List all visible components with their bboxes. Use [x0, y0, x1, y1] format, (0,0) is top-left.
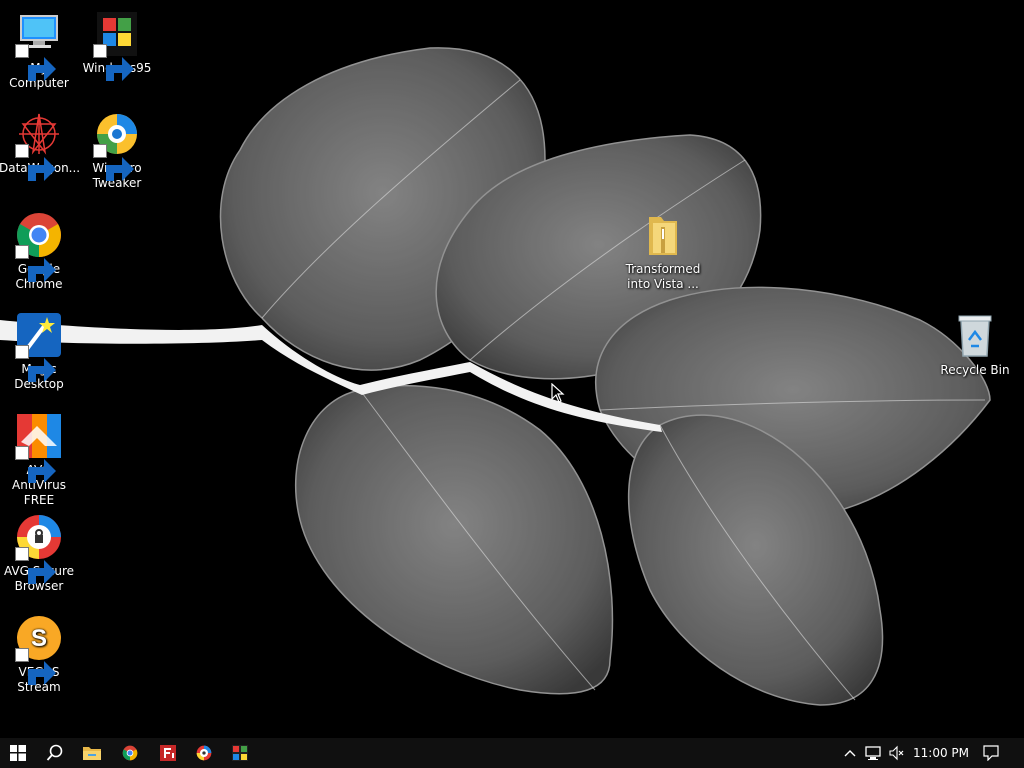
volume-button[interactable] [886, 738, 908, 768]
shortcut-arrow-icon [15, 44, 56, 81]
chevron-up-icon [844, 750, 856, 757]
show-hidden-icons-button[interactable] [840, 738, 860, 768]
clock[interactable]: 11:00 PM [912, 738, 970, 768]
chrome-icon [122, 745, 138, 761]
shortcut-arrow-icon [93, 144, 134, 181]
desktop-icon-my-computer[interactable]: My Computer [0, 10, 79, 91]
desktop-icon-avg-antivirus[interactable]: AVG AntiVirus FREE [0, 412, 79, 508]
shortcut-arrow-icon [15, 446, 56, 483]
notification-center-button[interactable] [978, 738, 1004, 768]
recycle-bin-icon [958, 315, 992, 357]
search-icon [46, 744, 63, 761]
shortcut-arrow-icon [15, 648, 56, 685]
shortcut-arrow-icon [93, 44, 134, 81]
desktop-icon-datawagon[interactable]: DataWagon... [0, 110, 80, 181]
notification-icon [983, 745, 999, 761]
desktop-icon-transformed-folder[interactable]: Transformed into Vista ... [623, 211, 703, 292]
avg-browser-icon [196, 745, 212, 761]
shortcut-arrow-icon [15, 345, 56, 382]
desktop-icon-recycle-bin[interactable]: Recycle Bin [935, 312, 1015, 378]
flashget-icon [160, 745, 176, 761]
icon-label: Recycle Bin [940, 363, 1010, 377]
mouse-cursor-icon [551, 383, 565, 403]
taskbar-flashget[interactable] [152, 738, 184, 768]
desktop-icon-google-chrome[interactable]: Google Chrome [0, 211, 79, 292]
taskbar-chrome[interactable] [114, 738, 146, 768]
taskbar: 11:00 PM [0, 738, 1024, 768]
shortcut-arrow-icon [15, 245, 56, 282]
taskbar-avg-browser[interactable] [188, 738, 220, 768]
desktop-icon-avg-secure-browser[interactable]: AVG Secure Browser [0, 513, 79, 594]
desktop-icon-vegas-stream[interactable]: S VEGAS Stream [0, 614, 79, 695]
desktop-icon-magic-desktop[interactable]: Magic Desktop [0, 311, 79, 392]
windows-start-icon [10, 745, 26, 761]
icon-label: Transformed into Vista ... [625, 262, 701, 291]
speaker-muted-icon [889, 745, 904, 761]
taskbar-file-explorer[interactable] [76, 738, 108, 768]
desktop-icon-windows95[interactable]: Windows95 [77, 10, 157, 81]
network-button[interactable] [862, 738, 884, 768]
search-button[interactable] [38, 738, 72, 768]
network-icon [865, 746, 881, 760]
shortcut-arrow-icon [15, 144, 56, 181]
folder-icon [649, 217, 677, 255]
taskbar-app-grid[interactable] [224, 738, 256, 768]
svg-text:S: S [31, 625, 47, 652]
desktop-icon-winaero-tweaker[interactable]: Winaero Tweaker [77, 110, 157, 191]
app-grid-icon [232, 745, 248, 761]
file-explorer-icon [83, 747, 101, 760]
start-button[interactable] [0, 738, 36, 768]
shortcut-arrow-icon [15, 547, 56, 584]
